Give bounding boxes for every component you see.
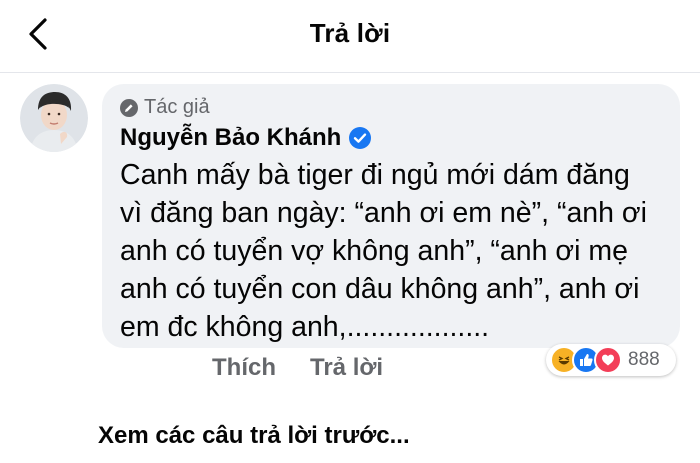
author-name-link[interactable]: Nguyễn Bảo Khánh — [120, 124, 372, 152]
author-name: Nguyễn Bảo Khánh — [120, 124, 342, 151]
like-button[interactable]: Thích — [212, 354, 276, 382]
love-icon — [594, 346, 622, 374]
author-role-badge: Tác giả — [120, 96, 210, 119]
top-bar: Trả lời — [0, 0, 700, 73]
reaction-count: 888 — [628, 349, 660, 370]
pencil-icon — [120, 98, 138, 117]
comment-line: vì đăng ban ngày: “anh ơi em nè”, “anh ơ… — [120, 197, 647, 229]
comment-bubble: Tác giả Nguyễn Bảo Khánh Canh mấy bà tig… — [102, 84, 680, 348]
page-title: Trả lời — [309, 18, 391, 48]
view-previous-replies-link[interactable]: Xem các câu trả lời trước... — [98, 422, 410, 450]
comment-line: Canh mấy bà tiger đi ngủ mới dám đăng — [120, 159, 630, 191]
comment-text: Canh mấy bà tiger đi ngủ mới dám đăng vì… — [120, 156, 672, 346]
comment-line: em đc không anh,.................. — [120, 311, 490, 343]
avatar[interactable] — [20, 84, 88, 152]
reply-button[interactable]: Trả lời — [310, 354, 383, 382]
verified-badge-icon — [349, 127, 372, 149]
author-role-label: Tác giả — [144, 96, 210, 118]
comment-line: anh có tuyển vợ không anh”, “anh ơi mẹ — [120, 235, 628, 267]
reactions-summary[interactable]: 888 — [546, 344, 676, 376]
comment-line: anh có tuyển con dâu không anh”, anh ơi — [120, 273, 640, 305]
